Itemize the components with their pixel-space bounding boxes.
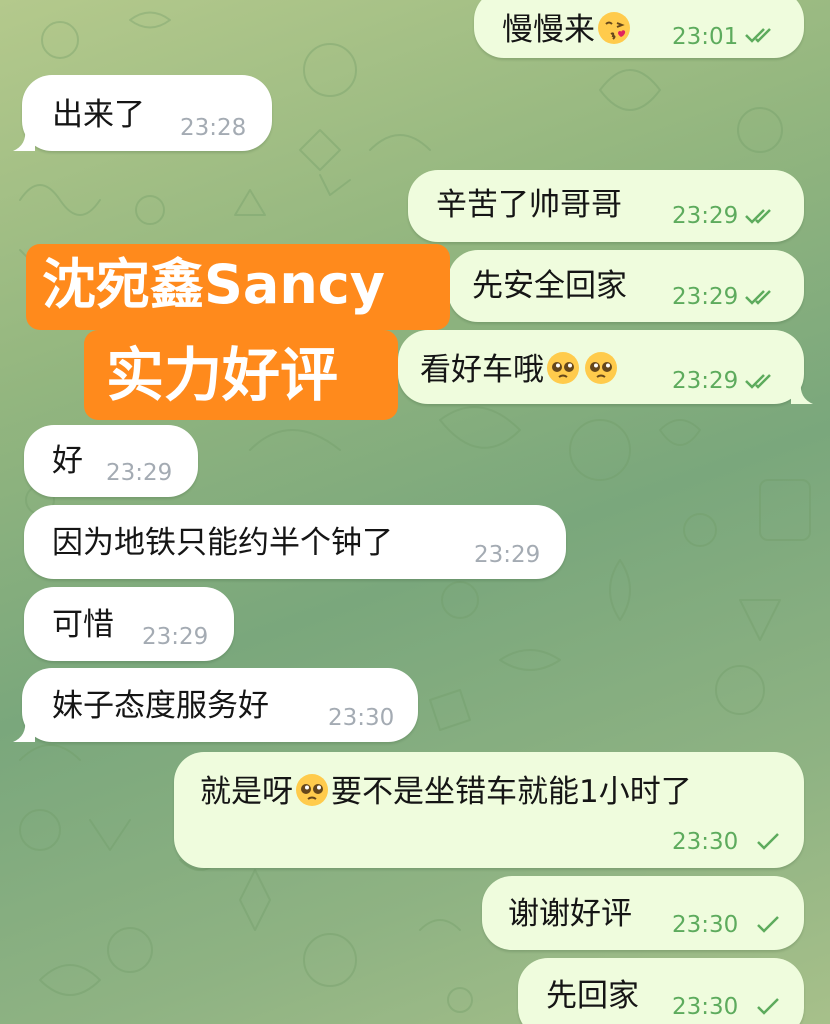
message-text-content: 慢慢来 xyxy=(502,12,595,48)
message-timestamp: 23:30 xyxy=(672,912,739,938)
single-check-sent-icon xyxy=(757,833,779,850)
message-text: 出来了 xyxy=(52,97,145,133)
message-timestamp: 23:29 xyxy=(672,203,739,229)
message-text: 先回家 xyxy=(546,978,639,1014)
message-bubble-outgoing[interactable]: 就是呀 要不是坐错车就能1小时了 23:30 xyxy=(174,752,804,868)
message-bubble-outgoing[interactable]: 谢谢好评 23:30 xyxy=(482,876,804,950)
bubble-tail xyxy=(791,382,813,404)
bubble-tail xyxy=(13,720,35,742)
message-timestamp: 23:29 xyxy=(672,368,739,394)
message-text: 妹子态度服务好 xyxy=(52,688,269,724)
message-timestamp: 23:30 xyxy=(672,829,739,855)
message-text: 先安全回家 xyxy=(472,268,627,304)
single-check-sent-icon xyxy=(757,916,779,933)
message-text: 谢谢好评 xyxy=(508,896,632,932)
message-bubble-outgoing[interactable]: 先回家 23:30 xyxy=(518,958,804,1024)
single-check-sent-icon xyxy=(757,998,779,1015)
message-bubble-incoming[interactable]: 出来了 23:28 xyxy=(13,75,272,151)
pleading-face-emoji-icon xyxy=(585,352,617,384)
double-check-read-icon xyxy=(745,290,771,305)
message-timestamp: 23:29 xyxy=(106,460,173,486)
message-text: 就是呀 要不是坐错车就能1小时了 xyxy=(200,772,692,812)
overlay-title-line1: 沈宛鑫Sancy xyxy=(42,253,385,316)
kissing-heart-emoji-icon xyxy=(598,12,630,44)
message-bubble-incoming[interactable]: 可惜 23:29 xyxy=(24,587,234,661)
bubble-tail xyxy=(13,129,35,151)
double-check-read-icon xyxy=(745,209,771,224)
message-text: 可惜 xyxy=(52,607,114,643)
message-text-part: 就是呀 xyxy=(200,774,293,810)
message-bubble-outgoing[interactable]: 辛苦了帅哥哥 23:29 xyxy=(408,170,804,242)
message-bubble-incoming[interactable]: 因为地铁只能约半个钟了 23:29 xyxy=(24,505,566,579)
message-bubble-outgoing[interactable]: 慢慢来 23:01 xyxy=(474,0,804,58)
message-text: 看好车哦 xyxy=(420,350,620,390)
promo-text-overlay: 沈宛鑫Sancy xyxy=(26,244,450,330)
message-text: 因为地铁只能约半个钟了 xyxy=(52,525,393,561)
double-check-read-icon xyxy=(745,374,771,389)
chat-message-list[interactable]: 慢慢来 23:01 出来了 23:28 辛苦了帅哥哥 23:29 先安全回家 2… xyxy=(0,0,830,1024)
message-bubble-incoming[interactable]: 好 23:29 xyxy=(24,425,198,497)
message-bubble-outgoing[interactable]: 看好车哦 23:29 xyxy=(398,330,813,404)
pleading-face-emoji-icon xyxy=(296,774,328,806)
overlay-title-line2: 实力好评 xyxy=(106,341,339,409)
pleading-face-emoji-icon xyxy=(547,352,579,384)
message-text-content: 看好车哦 xyxy=(420,352,544,388)
message-timestamp: 23:29 xyxy=(142,624,209,650)
message-text: 慢慢来 xyxy=(502,10,633,50)
message-text: 好 xyxy=(52,443,83,479)
message-text-part: 要不是坐错车就能1小时了 xyxy=(331,774,692,810)
message-timestamp: 23:01 xyxy=(672,24,739,50)
message-timestamp: 23:29 xyxy=(474,542,541,568)
message-timestamp: 23:29 xyxy=(672,284,739,310)
message-timestamp: 23:30 xyxy=(328,705,395,731)
message-text: 辛苦了帅哥哥 xyxy=(436,187,622,223)
promo-text-overlay: 实力好评 xyxy=(84,330,398,420)
double-check-read-icon xyxy=(745,28,771,43)
message-timestamp: 23:28 xyxy=(180,115,247,141)
message-timestamp: 23:30 xyxy=(672,994,739,1020)
message-bubble-incoming[interactable]: 妹子态度服务好 23:30 xyxy=(13,668,418,742)
message-bubble-outgoing[interactable]: 先安全回家 23:29 xyxy=(448,250,804,322)
